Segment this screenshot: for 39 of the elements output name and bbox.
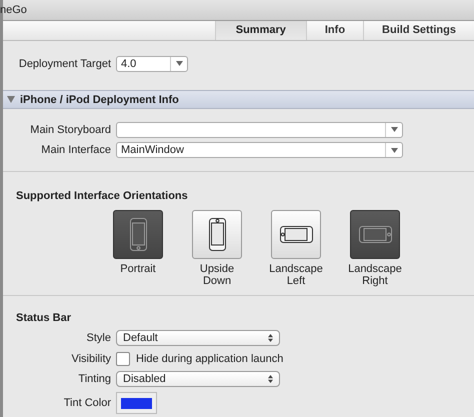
window-title: neGo: [0, 4, 27, 16]
updown-icon: [268, 334, 273, 342]
orientation-label: Upside Down: [198, 262, 236, 287]
popup-button[interactable]: Disabled: [116, 371, 280, 388]
phone-icon: [280, 226, 312, 243]
field-label: Main Interface: [40, 144, 112, 156]
section-title: iPhone / iPod Deployment Info: [20, 94, 179, 106]
color-well[interactable]: [116, 392, 157, 414]
field-label: Main Storyboard: [29, 124, 112, 136]
checkbox-label: Hide during application launch: [136, 352, 284, 365]
checkbox[interactable]: [116, 352, 130, 366]
orientation-label: Landscape Right: [348, 262, 402, 287]
field-label: Style: [86, 332, 112, 344]
caret-icon: [390, 127, 398, 132]
phone-icon: [208, 218, 226, 251]
field-label: Tinting: [77, 373, 112, 386]
caret-icon: [390, 148, 398, 153]
caret-icon: [176, 61, 182, 66]
tab[interactable]: Info: [306, 20, 364, 40]
disclosure-icon: [7, 96, 15, 104]
field-label: Deployment Target: [18, 58, 112, 70]
orientation-button[interactable]: [192, 210, 242, 259]
tab[interactable]: Build Settings: [363, 20, 474, 40]
combo-field[interactable]: [116, 122, 403, 138]
field-label: Visibility: [70, 352, 112, 365]
phone-icon: [358, 226, 392, 243]
orientation-label: Landscape Left: [269, 262, 323, 287]
section-header[interactable]: iPhone / iPod Deployment Info: [3, 90, 474, 109]
deployment-target-combo[interactable]: 4.0: [116, 56, 188, 72]
phone-icon: [130, 218, 146, 251]
section-heading: Supported Interface Orientations: [15, 190, 188, 202]
popup-button[interactable]: Default: [116, 330, 280, 346]
updown-icon: [268, 375, 273, 384]
tab[interactable]: Summary: [214, 20, 306, 40]
combo-field[interactable]: MainWindow: [116, 142, 403, 158]
orientation-label: Portrait: [119, 262, 157, 275]
field-label: Tint Color: [62, 397, 112, 410]
section-heading: Status Bar: [15, 312, 72, 324]
orientation-button[interactable]: [271, 210, 321, 259]
